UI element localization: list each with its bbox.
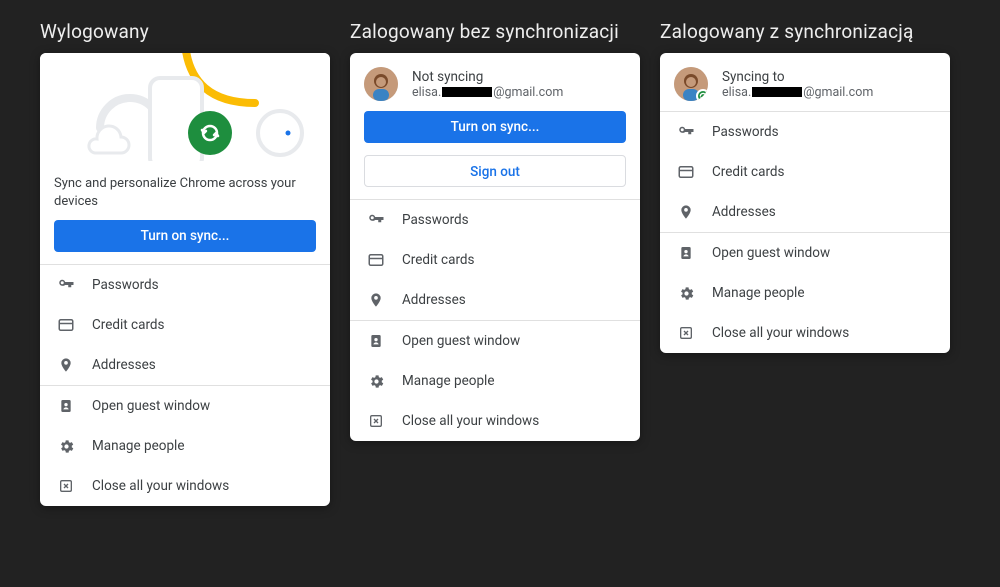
menu-item-addresses[interactable]: Addresses (40, 345, 330, 385)
sync-badge-icon (696, 89, 708, 101)
sync-hero-illustration (40, 53, 330, 161)
pin-icon (54, 357, 78, 373)
menu-item-label: Open guest window (92, 398, 210, 414)
sync-hero-caption: Sync and personalize Chrome across your … (40, 161, 330, 220)
menu-item-credit-cards[interactable]: Credit cards (40, 305, 330, 345)
profile-menu-card-logged-out: Sync and personalize Chrome across your … (40, 53, 330, 506)
turn-on-sync-button[interactable]: Turn on sync... (364, 111, 626, 143)
column-title-logged-in-sync: Zalogowany z synchronizacją (660, 20, 950, 43)
column-title-logged-out: Wylogowany (40, 20, 330, 43)
menu-item-label: Passwords (402, 212, 469, 228)
menu-item-label: Credit cards (402, 252, 475, 268)
menu-item-label: Passwords (92, 277, 159, 293)
menu-item-label: Credit cards (92, 317, 165, 333)
avatar (364, 67, 398, 101)
menu-item-close-all[interactable]: Close all your windows (350, 401, 640, 441)
credit-card-icon (674, 163, 698, 181)
menu-item-passwords[interactable]: Passwords (40, 265, 330, 305)
pin-icon (364, 292, 388, 308)
menu-item-manage-people[interactable]: Manage people (350, 361, 640, 401)
profile-header: Not syncing elisa.@gmail.com (350, 53, 640, 111)
profile-status: Not syncing (412, 69, 563, 85)
redacted-segment (752, 87, 802, 97)
menu-item-manage-people[interactable]: Manage people (40, 426, 330, 466)
menu-item-label: Open guest window (712, 245, 830, 261)
menu-item-label: Passwords (712, 124, 779, 140)
menu-item-label: Open guest window (402, 333, 520, 349)
profile-header: Syncing to elisa.@gmail.com (660, 53, 950, 111)
menu-item-manage-people[interactable]: Manage people (660, 273, 950, 313)
menu-item-label: Credit cards (712, 164, 785, 180)
menu-item-addresses[interactable]: Addresses (660, 192, 950, 232)
credit-card-icon (364, 251, 388, 269)
menu-item-credit-cards[interactable]: Credit cards (350, 240, 640, 280)
avatar (674, 67, 708, 101)
redacted-segment (442, 87, 492, 97)
key-icon (364, 211, 388, 229)
menu-item-passwords[interactable]: Passwords (350, 200, 640, 240)
close-window-icon (54, 478, 78, 494)
credit-card-icon (54, 316, 78, 334)
menu-item-close-all[interactable]: Close all your windows (40, 466, 330, 506)
menu-item-label: Addresses (712, 204, 776, 220)
menu-item-label: Manage people (712, 285, 804, 301)
menu-item-label: Manage people (92, 438, 184, 454)
guest-icon (364, 333, 388, 349)
key-icon (54, 276, 78, 294)
column-title-logged-in-nosync: Zalogowany bez synchronizacji (350, 20, 640, 43)
gear-icon (674, 285, 698, 302)
gear-icon (364, 373, 388, 390)
guest-icon (54, 398, 78, 414)
guest-icon (674, 245, 698, 261)
profile-menu-card-sync: Syncing to elisa.@gmail.com Passwords Cr… (660, 53, 950, 353)
menu-item-label: Close all your windows (402, 413, 539, 429)
profile-status: Syncing to (722, 69, 873, 85)
menu-item-credit-cards[interactable]: Credit cards (660, 152, 950, 192)
key-icon (674, 123, 698, 141)
menu-item-addresses[interactable]: Addresses (350, 280, 640, 320)
menu-item-label: Addresses (402, 292, 466, 308)
gear-icon (54, 438, 78, 455)
menu-item-label: Addresses (92, 357, 156, 373)
menu-item-label: Close all your windows (92, 478, 229, 494)
menu-item-open-guest[interactable]: Open guest window (350, 321, 640, 361)
menu-item-passwords[interactable]: Passwords (660, 112, 950, 152)
sign-out-button[interactable]: Sign out (364, 155, 626, 187)
pin-icon (674, 204, 698, 220)
menu-item-open-guest[interactable]: Open guest window (40, 386, 330, 426)
menu-item-label: Close all your windows (712, 325, 849, 341)
profile-menu-card-nosync: Not syncing elisa.@gmail.com Turn on syn… (350, 53, 640, 441)
menu-item-open-guest[interactable]: Open guest window (660, 233, 950, 273)
menu-item-close-all[interactable]: Close all your windows (660, 313, 950, 353)
menu-item-label: Manage people (402, 373, 494, 389)
turn-on-sync-button[interactable]: Turn on sync... (54, 220, 316, 252)
profile-email: elisa.@gmail.com (412, 85, 563, 100)
close-window-icon (364, 413, 388, 429)
close-window-icon (674, 325, 698, 341)
profile-email: elisa.@gmail.com (722, 85, 873, 100)
